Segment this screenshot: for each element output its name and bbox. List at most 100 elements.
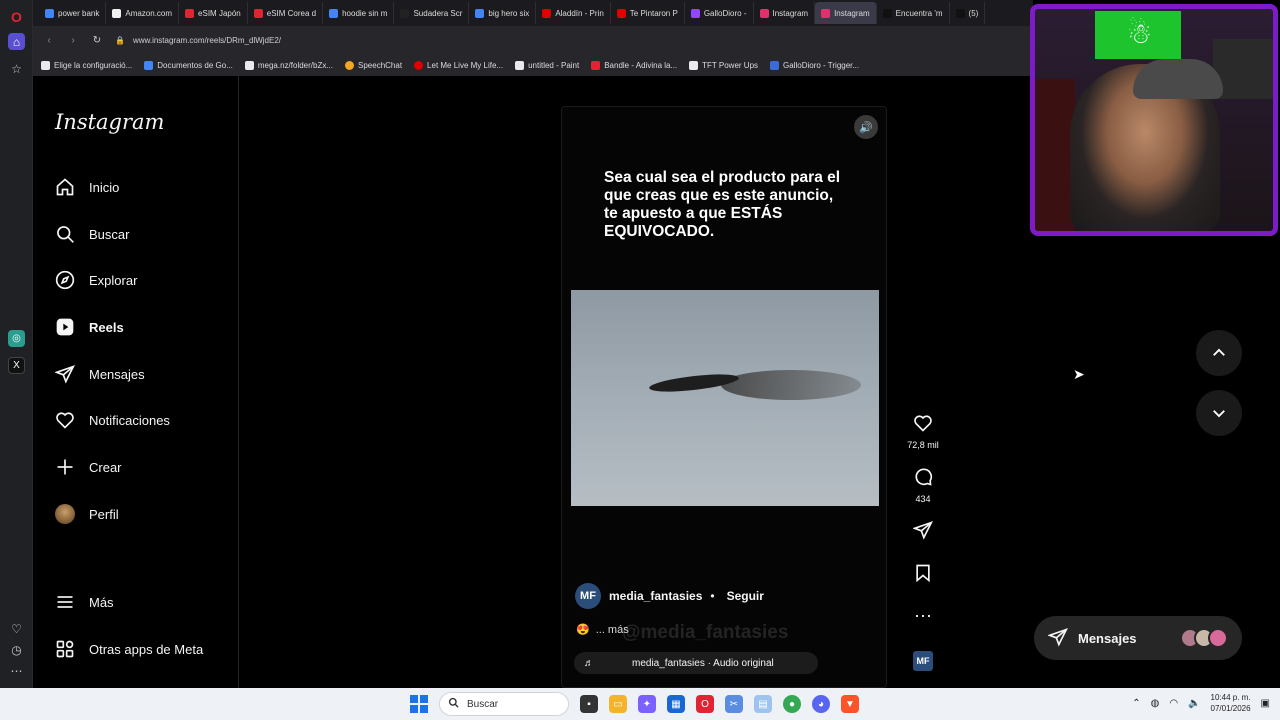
audio-pill[interactable]: ♬ media_fantasies · Audio original bbox=[574, 652, 818, 674]
caption-more[interactable]: ... más bbox=[596, 624, 629, 636]
follow-button[interactable]: Seguir bbox=[727, 589, 764, 603]
x-icon[interactable]: X bbox=[8, 357, 25, 374]
nav-mas[interactable]: Más bbox=[55, 589, 114, 615]
author-name[interactable]: media_fantasies bbox=[609, 589, 702, 603]
nav-explorar[interactable]: Explorar bbox=[55, 267, 137, 293]
nav-buscar[interactable]: Buscar bbox=[55, 221, 129, 247]
url-field[interactable]: 🔒 www.instagram.com/reels/DRm_dlWjdE2/ bbox=[115, 36, 281, 45]
nav-notificaciones[interactable]: Notificaciones bbox=[55, 407, 170, 433]
heart-icon[interactable]: ♡ bbox=[8, 620, 25, 637]
separator-dot: • bbox=[710, 589, 715, 603]
tab[interactable]: eSIM Japón bbox=[179, 2, 248, 24]
nav-label: Más bbox=[89, 594, 114, 610]
previous-reel-button[interactable] bbox=[1196, 330, 1242, 376]
tab[interactable]: eSIM Corea d bbox=[248, 2, 324, 24]
bookmark-icon[interactable] bbox=[913, 563, 933, 587]
reload-icon[interactable]: ↻ bbox=[91, 35, 103, 46]
history-icon[interactable]: ◷ bbox=[8, 641, 25, 658]
back-icon[interactable]: ‹ bbox=[43, 35, 55, 46]
bookmark[interactable]: TFT Power Ups bbox=[689, 60, 758, 70]
save-action[interactable] bbox=[905, 563, 941, 587]
bookmark-favicon bbox=[414, 60, 424, 70]
chevron-up-icon[interactable]: ⌃ bbox=[1132, 698, 1140, 709]
heart-icon bbox=[55, 410, 75, 430]
snipping-tool-icon[interactable]: ✂ bbox=[725, 695, 743, 713]
bookmark[interactable]: Bandle - Adivina la... bbox=[591, 60, 677, 70]
messages-icon bbox=[1047, 627, 1068, 650]
next-reel-button[interactable] bbox=[1196, 390, 1242, 436]
reel-caption[interactable]: 😍 ... más bbox=[576, 623, 629, 637]
sound-icon[interactable]: 🔊 bbox=[854, 115, 878, 139]
bookmarks-bar: Elige la configuració... Documentos de G… bbox=[33, 54, 1033, 76]
store-icon[interactable]: ▦ bbox=[667, 695, 685, 713]
tab[interactable]: Sudadera Scr bbox=[394, 2, 470, 24]
brave-icon[interactable]: ▼ bbox=[841, 695, 859, 713]
share-icon[interactable] bbox=[912, 520, 933, 544]
tab[interactable]: Encuentra 'm bbox=[877, 2, 950, 24]
heart-icon[interactable] bbox=[913, 413, 933, 437]
bookmark[interactable]: Elige la configuració... bbox=[41, 60, 132, 70]
opera-icon[interactable]: O bbox=[696, 695, 714, 713]
bookmark-favicon bbox=[41, 60, 50, 70]
tab-active[interactable]: Instagram bbox=[815, 2, 877, 24]
tab[interactable]: power bank bbox=[39, 2, 107, 24]
taskbar-search[interactable]: Buscar bbox=[439, 692, 569, 716]
tab[interactable]: Aladdín - Prin bbox=[536, 2, 611, 24]
bookmark[interactable]: Let Me Live My Life... bbox=[414, 60, 503, 70]
nav-crear[interactable]: Crear bbox=[55, 454, 122, 480]
nav-reels[interactable]: Reels bbox=[55, 314, 124, 340]
tab[interactable]: Te Pintaron P bbox=[611, 2, 685, 24]
nav-meta-apps[interactable]: Otras apps de Meta bbox=[55, 636, 203, 662]
author-avatar[interactable]: MF bbox=[575, 583, 601, 609]
bookmark-label: GalloDioro - Trigger... bbox=[783, 60, 860, 70]
bookmark[interactable]: untitled - Paint bbox=[515, 60, 579, 70]
nav-mensajes[interactable]: Mensajes bbox=[55, 361, 145, 387]
instagram-logo[interactable]: Instagram bbox=[55, 110, 164, 134]
tab[interactable]: (5) bbox=[950, 2, 986, 24]
network-icon[interactable]: ◍ bbox=[1151, 698, 1160, 709]
share-action[interactable] bbox=[905, 520, 941, 544]
bookmark[interactable]: SpeechChat bbox=[345, 60, 402, 70]
reel-player[interactable]: 🔊 Sea cual sea el producto para el que c… bbox=[561, 106, 887, 688]
chatgpt-icon[interactable]: ◎ bbox=[8, 330, 25, 347]
wifi-icon[interactable]: ◠ bbox=[1169, 698, 1178, 709]
tab[interactable]: Instagram bbox=[754, 2, 816, 24]
discord-icon[interactable]: ◕ bbox=[812, 695, 830, 713]
tab[interactable]: GalloDioro - bbox=[685, 2, 754, 24]
messages-pill[interactable]: Mensajes bbox=[1034, 616, 1242, 660]
volume-icon[interactable]: 🔈 bbox=[1188, 698, 1200, 709]
copilot-icon[interactable]: ✦ bbox=[638, 695, 656, 713]
file-explorer-icon[interactable]: ▭ bbox=[609, 695, 627, 713]
windows-start-icon[interactable] bbox=[410, 695, 428, 713]
url-text: www.instagram.com/reels/DRm_dlWjdE2/ bbox=[132, 35, 282, 45]
notification-icon[interactable]: ▣ bbox=[1261, 698, 1270, 709]
audio-thumbnail[interactable]: MF bbox=[913, 651, 933, 671]
tab[interactable]: hoodie sin m bbox=[323, 2, 395, 24]
bookmark[interactable]: mega.nz/folder/bZx... bbox=[244, 60, 333, 70]
like-action[interactable]: 72,8 mil bbox=[905, 413, 941, 450]
tab-label: hoodie sin m bbox=[342, 8, 388, 18]
tab-label: Te Pintaron P bbox=[629, 8, 678, 18]
reel-video[interactable] bbox=[571, 290, 879, 506]
more-icon[interactable]: ⋯ bbox=[914, 606, 932, 626]
more-action[interactable]: ⋯ bbox=[905, 606, 941, 626]
home-workspace-icon[interactable]: ⌂ bbox=[8, 33, 25, 50]
bookmark[interactable]: Documentos de Go... bbox=[144, 60, 233, 70]
comment-icon[interactable] bbox=[913, 467, 933, 491]
clock[interactable]: 10:44 p. m. 07/01/2026 bbox=[1211, 692, 1251, 714]
nav-perfil[interactable]: Perfil bbox=[55, 501, 119, 527]
comment-action[interactable]: 434 bbox=[905, 467, 941, 504]
chrome-icon[interactable]: ● bbox=[783, 695, 801, 713]
opera-logo-icon[interactable]: O bbox=[8, 8, 25, 25]
more-icon[interactable]: ⋯ bbox=[8, 662, 25, 679]
star-icon[interactable]: ☆ bbox=[8, 60, 25, 77]
tab-favicon bbox=[759, 8, 769, 18]
terminal-icon[interactable]: ▪ bbox=[580, 695, 598, 713]
forward-icon[interactable]: › bbox=[67, 35, 79, 46]
bookmark[interactable]: GalloDioro - Trigger... bbox=[770, 60, 860, 70]
tab[interactable]: Amazon.com bbox=[106, 2, 180, 24]
nav-inicio[interactable]: Inicio bbox=[55, 174, 119, 200]
tab[interactable]: big hero six bbox=[469, 2, 537, 24]
music-note-icon: ♬ bbox=[584, 657, 594, 669]
notepad-icon[interactable]: ▤ bbox=[754, 695, 772, 713]
